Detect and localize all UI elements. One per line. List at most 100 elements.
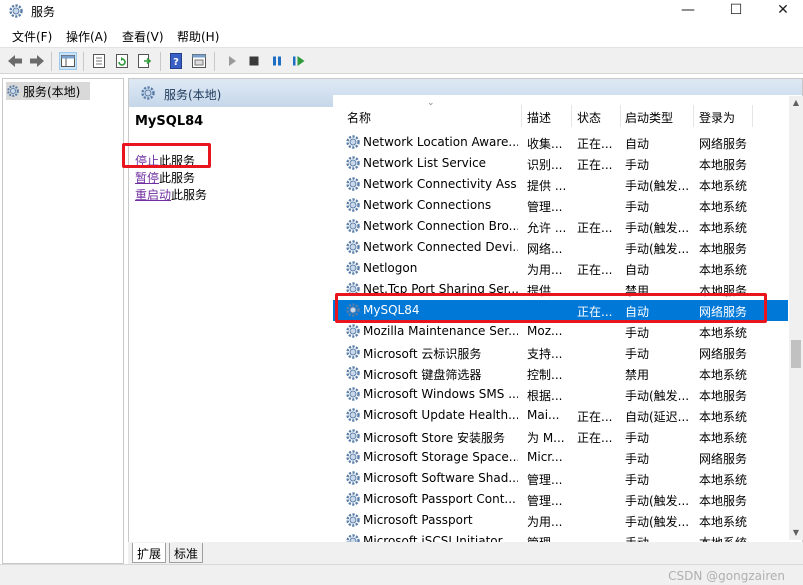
service-description: 为 M... <box>527 431 565 445</box>
service-gear-icon <box>346 240 360 254</box>
pause-service-link[interactable]: 暂停此服务 <box>135 169 195 186</box>
column-header-logon-as[interactable]: 登录为 <box>699 109 735 126</box>
table-row[interactable]: Network Location Aware... 收集... 正在... 自动 网络服… <box>333 132 788 153</box>
service-gear-icon <box>346 471 360 485</box>
service-startup-type: 手动 <box>625 158 650 172</box>
service-description: Mai... <box>527 408 560 422</box>
service-description: 管理... <box>527 200 563 214</box>
view-icon[interactable] <box>190 52 208 70</box>
selected-service-name: MySQL84 <box>135 114 204 129</box>
restart-icon[interactable] <box>290 52 308 70</box>
service-startup-type: 手动 <box>625 473 650 487</box>
tab-standard[interactable]: 标准 <box>169 543 204 563</box>
service-gear-icon <box>346 345 360 359</box>
pane-header-title: 服务(本地) <box>164 88 222 102</box>
export-icon[interactable] <box>136 52 154 70</box>
table-row[interactable]: Microsoft Storage Space... Micr... 手动 网络服务 <box>333 447 788 468</box>
menu-action[interactable]: 操作(A) <box>66 28 108 45</box>
service-startup-type: 手动(触发... <box>625 494 690 508</box>
service-gear-icon <box>346 534 360 542</box>
service-startup-type: 手动 <box>625 534 691 542</box>
highlight-selected-row <box>335 293 767 323</box>
view-tabs: 扩展 标准 <box>128 542 803 564</box>
table-row[interactable]: Network Connections 管理... 手动 本地系统 <box>333 195 788 216</box>
service-gear-icon <box>346 177 360 191</box>
service-logon-as: 本地系统 <box>699 473 748 487</box>
highlight-stop-link <box>122 143 211 168</box>
service-gear-icon <box>346 387 360 401</box>
service-startup-type: 手动 <box>625 347 650 361</box>
service-startup-type: 手动(触发... <box>625 179 690 193</box>
forward-icon[interactable] <box>28 52 46 70</box>
table-row[interactable]: Network Connectivity Ass... 提供 ... 手动(触发..… <box>333 174 788 195</box>
vertical-scrollbar[interactable]: ▲ ▼ <box>789 96 803 540</box>
service-startup-type: 手动 <box>625 431 650 445</box>
scroll-up-icon[interactable]: ▲ <box>789 96 803 110</box>
table-row[interactable]: Microsoft 云标识服务 支持... 手动 网络服务 <box>333 342 788 363</box>
service-name: Mozilla Maintenance Ser... <box>363 324 518 338</box>
tree-item-services-local[interactable]: 服务(本地) <box>6 82 90 100</box>
table-row[interactable]: Netlogon 为用... 正在... 自动 本地系统 <box>333 258 788 279</box>
table-row[interactable]: Microsoft Passport Cont... 管理... 手动(触发... 本… <box>333 489 788 510</box>
list-header: ⌄ 名称 描述 状态 启动类型 登录为 <box>333 95 793 127</box>
service-description: Moz... <box>527 324 563 338</box>
menu-file[interactable]: 文件(F) <box>12 28 52 45</box>
service-startup-type: 手动 <box>625 326 650 340</box>
table-row[interactable]: Microsoft Store 安装服务 为 M... 正在... 手动 本地系统 <box>333 426 788 447</box>
menu-help[interactable]: 帮助(H) <box>177 28 219 45</box>
service-description: 控制... <box>527 368 563 382</box>
table-row[interactable]: Network Connection Bro... 允许 ... 正在... 手动(触… <box>333 216 788 237</box>
start-icon[interactable] <box>223 52 241 70</box>
service-startup-type: 手动 <box>625 200 650 214</box>
service-startup-type: 手动 <box>625 452 650 466</box>
scroll-down-icon[interactable]: ▼ <box>789 526 803 540</box>
table-row[interactable]: Microsoft iSCSI Initiator... 管理... 手动本地系统 <box>333 531 788 542</box>
column-header-name[interactable]: 名称 <box>347 109 371 126</box>
properties-icon[interactable] <box>90 52 108 70</box>
service-gear-icon <box>346 261 360 275</box>
services-gear-icon <box>9 4 23 18</box>
scrollbar-thumb[interactable] <box>791 340 801 368</box>
service-name: Microsoft 云标识服务 <box>363 347 482 361</box>
table-row[interactable]: Mozilla Maintenance Ser... Moz... 手动 本地系统 <box>333 321 788 342</box>
tab-extended[interactable]: 扩展 <box>132 543 167 563</box>
menu-view[interactable]: 查看(V) <box>122 28 164 45</box>
service-description: 支持... <box>527 347 563 361</box>
table-row[interactable]: Network Connected Devi... 网络... 手动(触发... 本地… <box>333 237 788 258</box>
service-logon-as: 本地系统 <box>699 326 748 340</box>
service-description: 识别... <box>527 158 563 172</box>
minimize-button[interactable]: — <box>665 0 711 23</box>
table-row[interactable]: Microsoft Software Shad... 管理... 手动 本地系统 <box>333 468 788 489</box>
table-row[interactable]: Microsoft Windows SMS ... 根据... 手动(触发... 本地… <box>333 384 788 405</box>
service-gear-icon <box>346 492 360 506</box>
table-row[interactable]: Microsoft Update Health... Mai... 正在... 自动(… <box>333 405 788 426</box>
service-startup-type: 手动(触发... <box>625 515 690 529</box>
service-description: 提供 ... <box>527 179 567 193</box>
extended-panel: MySQL84 停止此服务 暂停此服务 重启动此服务 <box>129 107 332 542</box>
maximize-button[interactable]: ☐ <box>713 0 759 23</box>
show-tree-icon[interactable] <box>59 52 77 70</box>
table-row[interactable]: Microsoft Passport 为用... 手动(触发... 本地系统 <box>333 510 788 531</box>
status-bar: CSDN @gongzairen <box>0 564 803 585</box>
service-gear-icon <box>346 135 360 149</box>
service-description: Micr... <box>527 450 563 464</box>
help-icon[interactable]: ? <box>167 52 185 70</box>
table-row[interactable]: Network List Service 识别... 正在... 手动 本地服务 <box>333 153 788 174</box>
service-logon-as: 本地服务 <box>699 494 748 508</box>
refresh-icon[interactable] <box>113 52 131 70</box>
service-gear-icon <box>346 198 360 212</box>
table-row[interactable]: Microsoft 键盘筛选器 控制... 禁用 本地系统 <box>333 363 788 384</box>
service-description: 允许 ... <box>527 221 567 235</box>
stop-icon[interactable] <box>245 52 263 70</box>
close-button[interactable]: ✕ <box>760 0 803 23</box>
restart-service-link[interactable]: 重启动此服务 <box>135 186 207 203</box>
service-status: 正在... <box>577 137 613 151</box>
pause-icon[interactable] <box>268 52 286 70</box>
back-icon[interactable] <box>6 52 24 70</box>
column-header-description[interactable]: 描述 <box>527 109 551 126</box>
column-header-startup-type[interactable]: 启动类型 <box>625 109 673 126</box>
service-gear-icon <box>346 156 360 170</box>
column-header-status[interactable]: 状态 <box>577 109 601 126</box>
service-startup-type: 禁用 <box>625 368 650 382</box>
service-gear-icon <box>346 429 360 443</box>
